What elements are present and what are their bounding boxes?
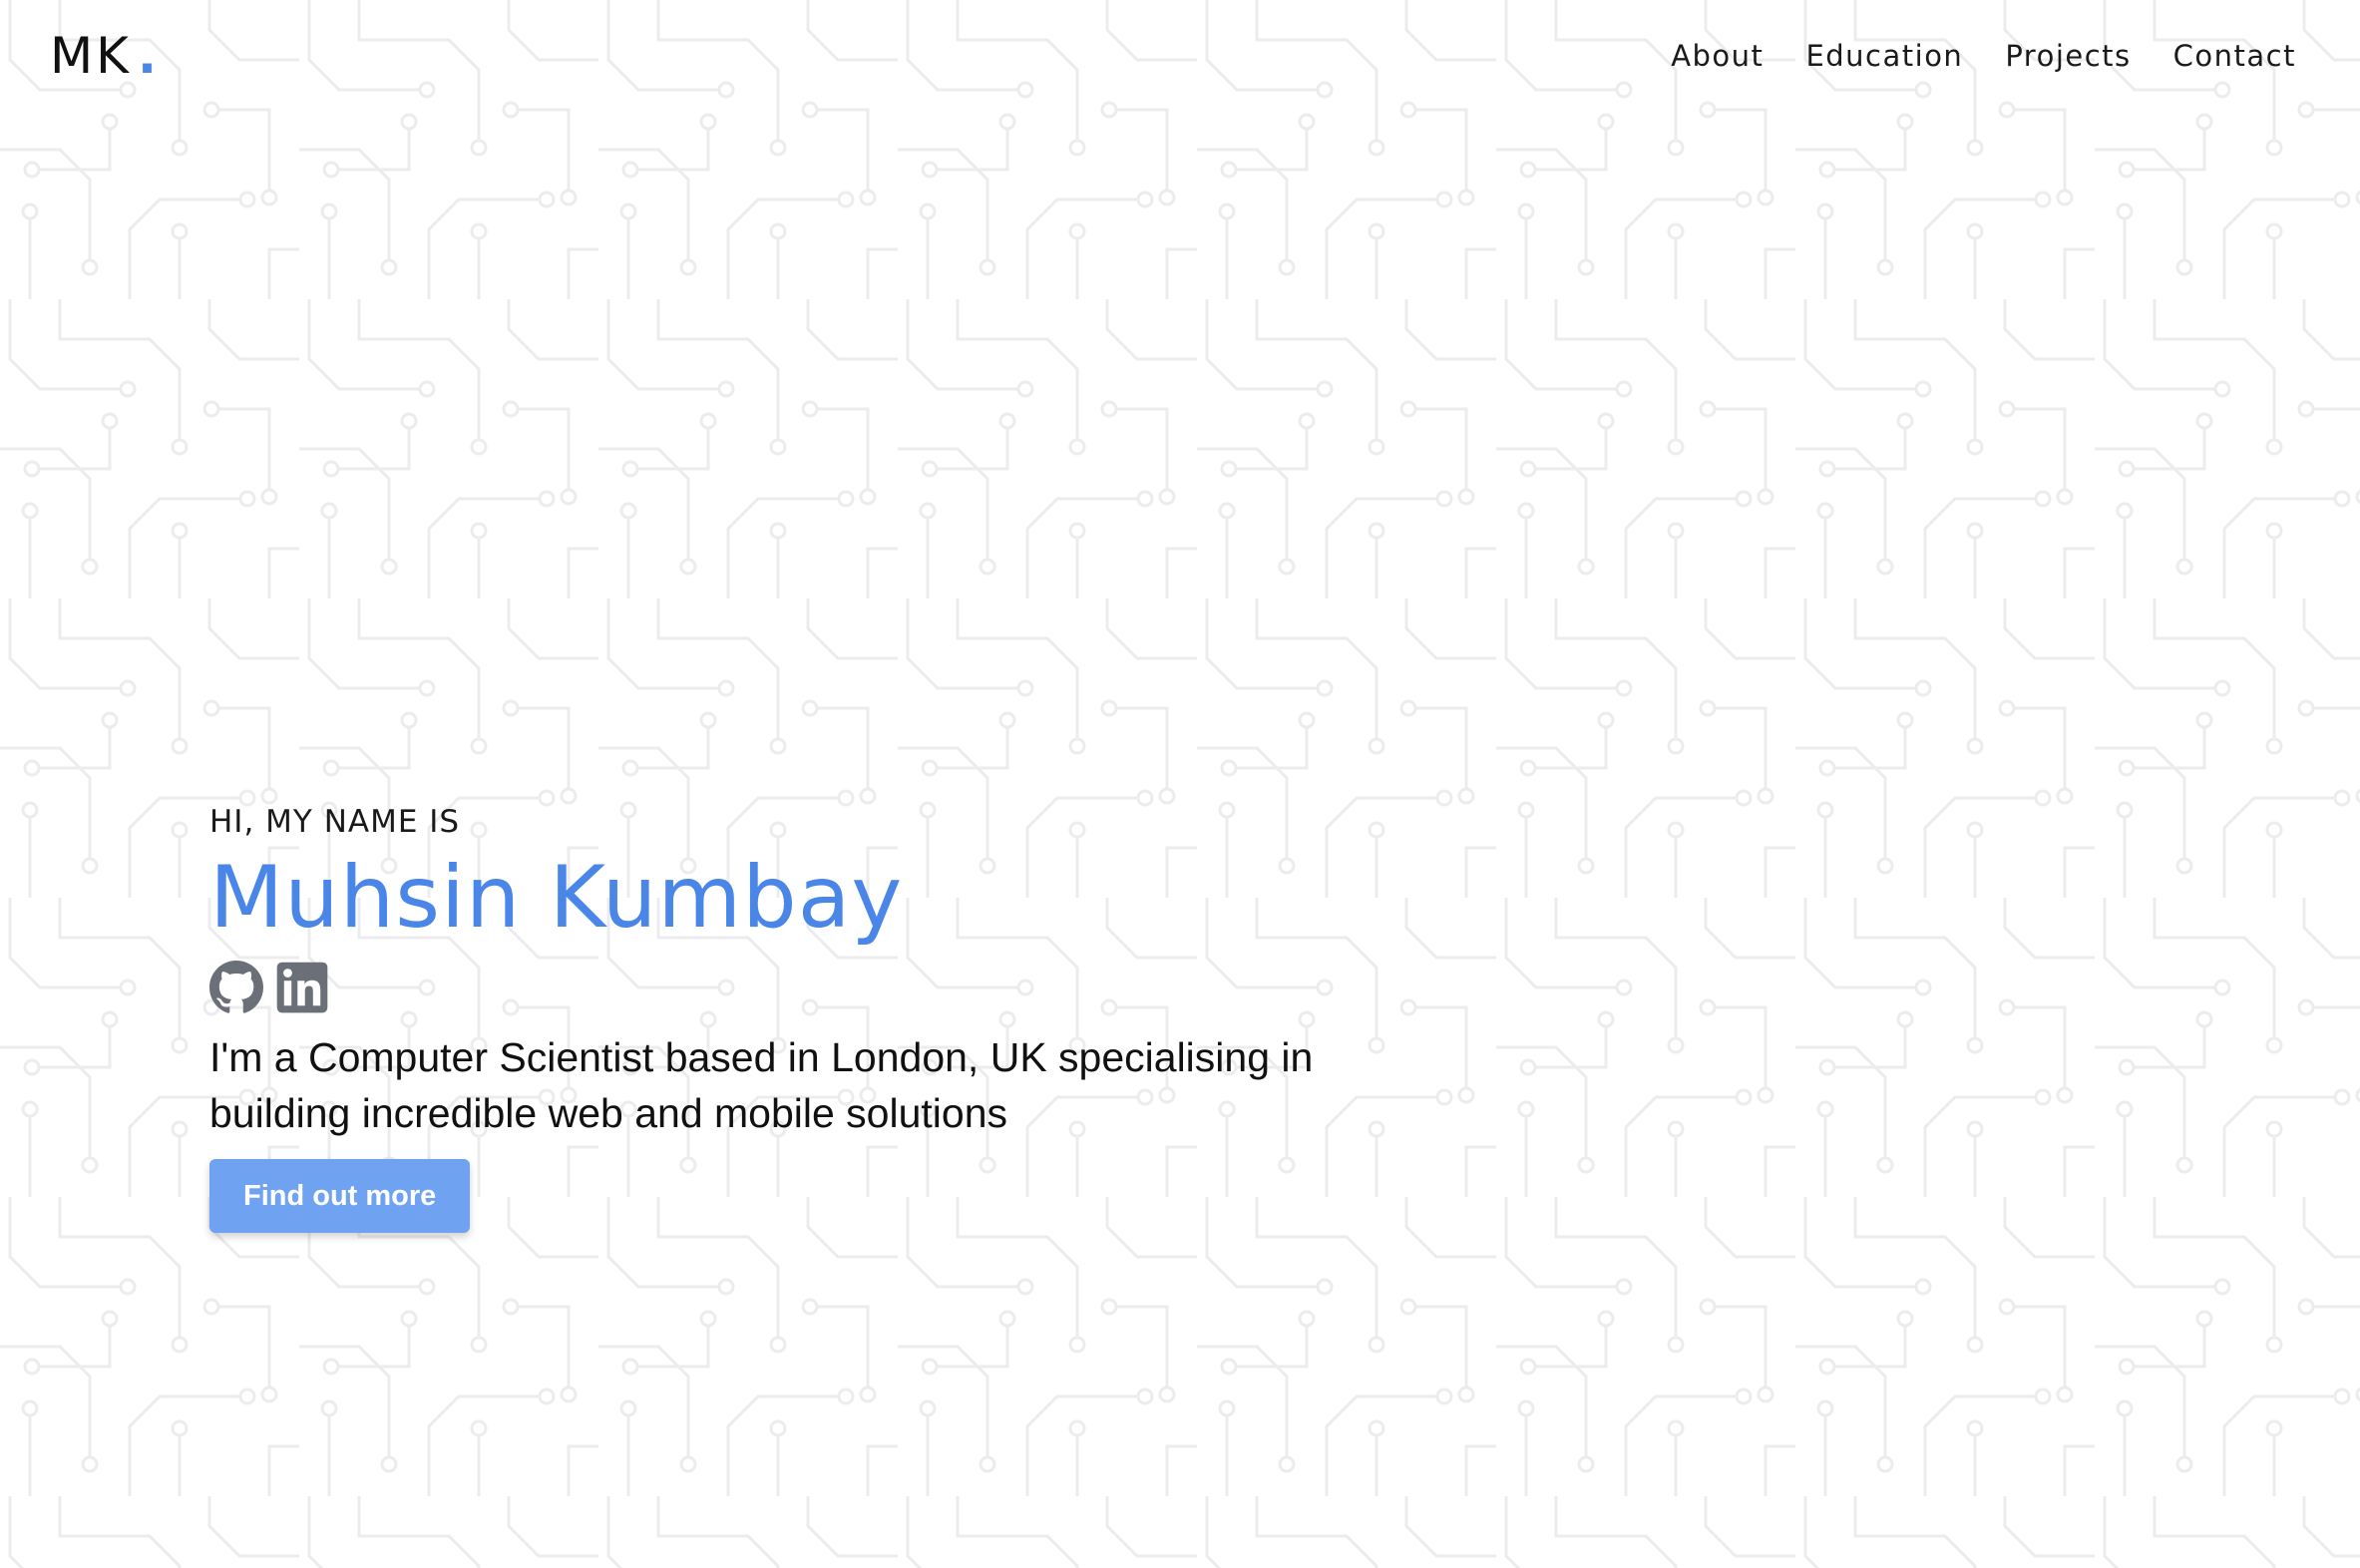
nav-links: About Education Projects Contact [1671, 36, 2296, 76]
logo-text: MK [50, 27, 132, 85]
nav-link-about[interactable]: About [1671, 36, 1764, 76]
site-logo[interactable]: MK. [50, 26, 160, 86]
hero-greeting: HI, MY NAME IS [209, 804, 461, 840]
nav-link-education[interactable]: Education [1805, 36, 1963, 76]
hero-name: Muhsin Kumbay [209, 848, 904, 948]
nav-link-projects[interactable]: Projects [2005, 36, 2131, 76]
hero-section: HI, MY NAME IS Muhsin Kumbay I'm a Compu… [209, 798, 1506, 1233]
github-icon[interactable] [209, 961, 263, 1014]
linkedin-icon[interactable] [275, 961, 329, 1014]
logo-dot: . [137, 27, 160, 85]
top-navbar: MK. About Education Projects Contact [0, 0, 2360, 112]
circuit-background-pattern [0, 0, 2360, 1568]
hero-tagline: I'm a Computer Scientist based in London… [209, 1034, 1314, 1136]
find-out-more-button[interactable]: Find out more [209, 1159, 471, 1233]
social-links [209, 960, 1506, 1015]
nav-link-contact[interactable]: Contact [2173, 36, 2296, 76]
